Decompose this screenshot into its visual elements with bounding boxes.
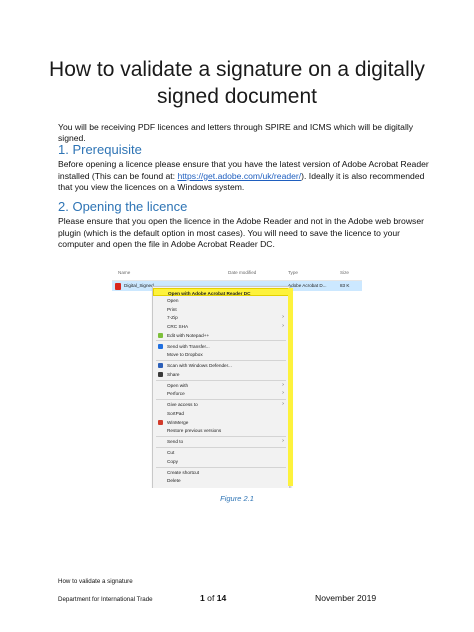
context-menu-item-label: Edit with Notepad++	[167, 332, 210, 338]
context-menu-item[interactable]: Send to ›	[153, 438, 289, 446]
context-menu-item-label: Send with Transfer...	[167, 343, 210, 349]
chevron-right-icon: ›	[282, 401, 284, 408]
paragraph-text: installed (This can be found at:	[58, 170, 178, 181]
context-menu-item-label: Cut	[167, 450, 175, 456]
context-menu-item[interactable]: Cut	[153, 449, 289, 457]
shield-icon	[158, 363, 163, 369]
chevron-right-icon: ›	[282, 322, 284, 329]
title-line-1: How to validate a signature on a digital…	[49, 58, 425, 81]
file-size: 83 K	[340, 283, 350, 288]
context-menu-item-label: SortPad	[167, 410, 184, 416]
context-menu-item-label: Copy	[167, 458, 178, 464]
total-pages: 14	[216, 593, 227, 603]
document-page: How to validate a signature on a digital…	[0, 0, 474, 632]
context-menu-item[interactable]: 7-Zip ›	[153, 314, 289, 322]
context-menu-item[interactable]: Move to Dropbox	[153, 351, 289, 359]
context-menu-item-label: 7-Zip	[167, 315, 178, 321]
winmerge-icon	[158, 419, 163, 425]
context-menu-item-label: WinMerge	[167, 419, 189, 425]
intro-paragraph: You will be receiving PDF licences and l…	[58, 122, 414, 143]
context-menu-item-label: CRC SHA	[167, 323, 189, 329]
adobe-reader-link[interactable]: https://get.adobe.com/uk/reader/	[177, 171, 301, 181]
context-menu-item[interactable]: Open with ›	[153, 381, 289, 389]
file-type: Adobe Acrobat D...	[288, 283, 327, 288]
context-menu-item-label: Give access to	[167, 402, 198, 408]
context-menu-item[interactable]: Copy	[153, 457, 289, 465]
context-menu-item[interactable]: Give access to ›	[153, 401, 289, 409]
paragraph-line: computer and open the file in Adobe Acro…	[58, 239, 275, 249]
title-line-2: signed document	[157, 85, 317, 108]
context-menu-item[interactable]: Perforce ›	[153, 390, 289, 398]
context-menu-item-label: Send to	[167, 439, 184, 445]
context-menu-item-label: Open with	[167, 382, 189, 388]
context-menu-item[interactable]: Print	[153, 305, 289, 313]
context-menu-item[interactable]: SortPad	[153, 409, 289, 417]
paragraph-line: Before opening a licence please ensure t…	[58, 159, 429, 169]
footer-date: November 2019	[315, 593, 377, 603]
section-heading-opening: 2. Opening the licence	[58, 199, 188, 214]
footer-page-number: 1 of 14	[200, 593, 226, 603]
context-menu-item-label: Move to Dropbox	[167, 352, 203, 358]
context-menu-item[interactable]: Send with Transfer...	[153, 342, 289, 350]
notepad-icon	[158, 332, 163, 338]
chevron-right-icon: ›	[282, 390, 284, 397]
prerequisite-paragraph: Before opening a licence please ensure t…	[58, 159, 440, 194]
chevron-right-icon: ›	[282, 438, 284, 445]
context-menu-screenshot: Name Date modified Type Size Digital_Sig…	[112, 266, 362, 488]
footer-department: Department for International Trade	[58, 596, 153, 603]
context-menu-item[interactable]: WinMerge	[153, 418, 289, 426]
context-menu-item-label: Print	[167, 306, 177, 312]
column-name[interactable]: Name	[118, 270, 130, 275]
context-menu-item[interactable]: Restore previous versions	[153, 427, 289, 435]
figure-caption: Figure 2.1	[220, 494, 254, 503]
share-icon	[158, 371, 163, 377]
paragraph-line: plugin (which is the default option in m…	[58, 227, 401, 238]
paragraph-text: ). Ideally it is also recommended	[301, 170, 425, 181]
chevron-right-icon: ›	[282, 314, 284, 321]
paragraph-line: Please ensure that you open the licence …	[58, 216, 424, 226]
highlight-bar	[288, 288, 293, 486]
column-type[interactable]: Type	[288, 270, 298, 275]
context-menu-item[interactable]: Share	[153, 370, 289, 378]
paragraph-line: that you view the licences on a Windows …	[58, 182, 245, 192]
context-menu-item[interactable]: Edit with Notepad++	[153, 331, 289, 339]
context-menu-item[interactable]: Delete	[153, 477, 289, 485]
context-menu-item[interactable]: Open	[153, 297, 289, 305]
chevron-right-icon: ›	[282, 381, 284, 388]
context-menu-item-label: Open	[167, 298, 179, 304]
context-menu-item-label: Create shortcut	[167, 469, 200, 475]
context-menu-item[interactable]: Scan with Windows Defender...	[153, 362, 289, 370]
page-of: of	[204, 593, 217, 603]
context-menu-item-label: Restore previous versions	[167, 428, 222, 434]
context-menu-item[interactable]: Create shortcut	[153, 468, 289, 476]
context-menu-item[interactable]: CRC SHA ›	[153, 322, 289, 330]
context-menu-item-label: Delete	[167, 478, 181, 484]
column-date-modified[interactable]: Date modified	[228, 270, 256, 275]
context-menu-item-label: Open with Adobe Acrobat Reader DC	[168, 290, 251, 296]
section-heading-prerequisite: 1. Prerequisite	[58, 142, 142, 157]
context-menu-item-label: Share	[167, 371, 180, 377]
footer-document-title: How to validate a signature	[58, 578, 133, 585]
dropbox-icon	[158, 343, 163, 349]
context-menu: Open with Adobe Acrobat Reader DC Open Pri…	[152, 286, 290, 488]
context-menu-item[interactable]: Open with Adobe Acrobat Reader DC	[153, 288, 289, 296]
column-size[interactable]: Size	[340, 270, 349, 275]
opening-paragraph: Please ensure that you open the licence …	[58, 216, 440, 251]
context-menu-item-label: Perforce	[167, 391, 185, 397]
explorer-column-header: Name Date modified Type Size	[112, 266, 362, 281]
paragraph-line: installed (This can be found at: https:/…	[58, 171, 440, 183]
context-menu-item-label: Scan with Windows Defender...	[167, 363, 232, 369]
document-title: How to validate a signature on a digital…	[40, 56, 434, 110]
pdf-file-icon	[115, 282, 121, 290]
